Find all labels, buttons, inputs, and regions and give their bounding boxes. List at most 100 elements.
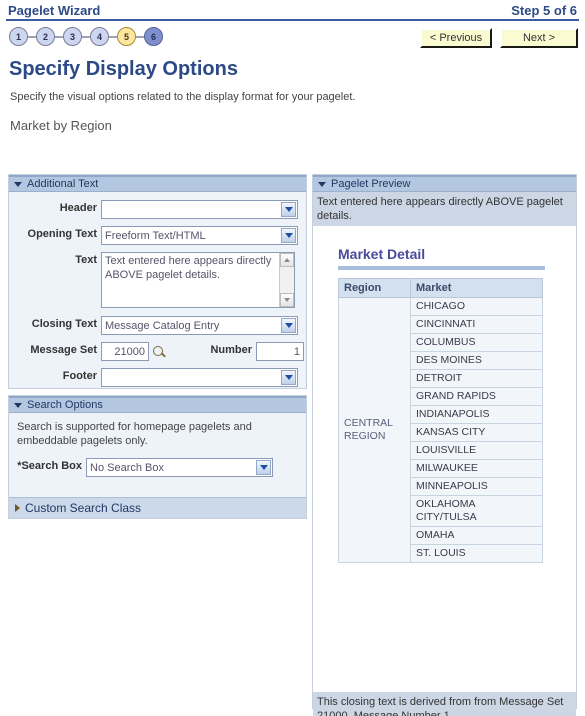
message-set-input[interactable]: 21000: [101, 342, 149, 361]
search-options-title: Search Options: [27, 399, 103, 411]
step-connector: [28, 35, 36, 38]
scroll-up-icon[interactable]: [280, 253, 294, 267]
collapse-triangle-icon[interactable]: [318, 181, 326, 187]
collapse-triangle-icon[interactable]: [14, 181, 22, 187]
page-title: Specify Display Options: [9, 58, 238, 80]
market-detail-table: Region Market CENTRAL REGION CHICAGO CINCI…: [338, 278, 543, 563]
page-subtitle: Specify the visual options related to th…: [10, 91, 356, 103]
step-dot-6[interactable]: 6: [144, 27, 163, 46]
scroll-down-icon[interactable]: [280, 293, 294, 307]
market-cell: DES MOINES: [410, 351, 543, 370]
market-cell: OKLAHOMA CITY/TULSA: [410, 495, 543, 527]
number-label: Number: [210, 344, 252, 356]
step-dot-1[interactable]: 1: [9, 27, 28, 46]
header-label: Header: [59, 202, 97, 214]
market-detail-underline: [338, 266, 545, 270]
expand-triangle-icon[interactable]: [15, 504, 20, 512]
text-textarea[interactable]: Text entered here appears directly ABOVE…: [101, 252, 295, 308]
text-label: Text: [75, 254, 97, 266]
market-detail-title: Market Detail: [338, 246, 426, 262]
preview-body: Market Detail Region Market CENTRAL REGI…: [313, 226, 576, 692]
closing-text-select-value: Message Catalog Entry: [105, 319, 220, 332]
additional-text-form: Header Opening Text Freeform Text/HTML T…: [14, 198, 304, 388]
region-cell: CENTRAL REGION: [338, 297, 411, 563]
pagelet-preview-header[interactable]: Pagelet Preview: [313, 175, 576, 192]
market-cell: ST. LOUIS: [410, 544, 543, 563]
additional-text-panel: Additional Text Header Opening Text Free…: [8, 174, 307, 389]
market-cell: KANSAS CITY: [410, 423, 543, 442]
opening-text-select-value: Freeform Text/HTML: [105, 229, 206, 242]
additional-text-header[interactable]: Additional Text: [9, 175, 306, 192]
chevron-down-icon[interactable]: [281, 202, 296, 217]
step-dot-4[interactable]: 4: [90, 27, 109, 46]
market-cell: CINCINNATI: [410, 315, 543, 334]
market-cell: INDIANAPOLIS: [410, 405, 543, 424]
search-box-select[interactable]: No Search Box: [86, 458, 273, 477]
column-header-region: Region: [338, 278, 411, 298]
step-dot-3[interactable]: 3: [63, 27, 82, 46]
additional-text-title: Additional Text: [27, 178, 99, 190]
market-cell: LOUISVILLE: [410, 441, 543, 460]
closing-text-label: Closing Text: [31, 318, 97, 330]
preview-closing-text: This closing text is derived from from M…: [313, 692, 576, 716]
search-box-select-value: No Search Box: [90, 461, 164, 474]
market-cell: MILWAUKEE: [410, 459, 543, 478]
step-connector: [55, 35, 63, 38]
market-cell: CHICAGO: [410, 297, 543, 316]
step-progress-bar: 1 2 3 4 5 6: [9, 27, 163, 46]
pagelet-wizard-page: Pagelet Wizard Step 5 of 6 1 2 3 4 5 6 <…: [0, 0, 585, 716]
footer-label: Footer: [62, 370, 97, 382]
header-divider: [6, 19, 579, 21]
opening-text-select[interactable]: Freeform Text/HTML: [101, 226, 298, 245]
footer-field-row: Footer: [14, 368, 298, 387]
step-connector: [136, 35, 144, 38]
step-connector: [109, 35, 117, 38]
opening-text-label: Opening Text: [27, 228, 97, 240]
table-row: CENTRAL REGION CHICAGO: [338, 297, 543, 563]
market-cell: DETROIT: [410, 369, 543, 388]
wizard-title: Pagelet Wizard: [8, 3, 101, 18]
textarea-scrollbar[interactable]: [279, 253, 294, 307]
closing-text-field-row: Closing Text Message Catalog Entry: [14, 316, 298, 335]
footer-select[interactable]: [101, 368, 298, 387]
chevron-down-icon[interactable]: [281, 370, 296, 385]
closing-text-select[interactable]: Message Catalog Entry: [101, 316, 298, 335]
text-textarea-value: Text entered here appears directly ABOVE…: [105, 255, 272, 281]
market-cell: OMAHA: [410, 526, 543, 545]
number-input[interactable]: 1: [256, 342, 304, 361]
market-cell: MINNEAPOLIS: [410, 477, 543, 496]
pagelet-name: Market by Region: [10, 118, 112, 133]
table-header-row: Region Market: [338, 278, 543, 298]
opening-text-field-row: Opening Text Freeform Text/HTML: [14, 226, 298, 245]
step-dot-2[interactable]: 2: [36, 27, 55, 46]
collapse-triangle-icon[interactable]: [14, 402, 22, 408]
wizard-nav-buttons: < Previous Next >: [420, 28, 578, 48]
pagelet-preview-panel: Pagelet Preview Text entered here appear…: [312, 174, 577, 716]
preview-above-text: Text entered here appears directly ABOVE…: [313, 192, 576, 226]
step-dot-5-current[interactable]: 5: [117, 27, 136, 46]
search-options-panel: Search Options Search is supported for h…: [8, 395, 307, 519]
pagelet-preview-title: Pagelet Preview: [331, 178, 411, 190]
market-cell: GRAND RAPIDS: [410, 387, 543, 406]
magnifier-icon[interactable]: [152, 345, 166, 359]
previous-button[interactable]: < Previous: [420, 28, 492, 48]
search-options-header[interactable]: Search Options: [9, 396, 306, 413]
message-set-field-row: Message Set 21000 Number 1: [14, 342, 304, 361]
step-connector: [82, 35, 90, 38]
search-options-note: Search is supported for homepage pagelet…: [17, 421, 252, 447]
message-set-label: Message Set: [30, 344, 97, 356]
header-select[interactable]: [101, 200, 298, 219]
next-button[interactable]: Next >: [500, 28, 578, 48]
header-field-row: Header: [14, 200, 298, 219]
chevron-down-icon[interactable]: [281, 228, 296, 243]
chevron-down-icon[interactable]: [281, 318, 296, 333]
market-cell: COLUMBUS: [410, 333, 543, 352]
text-field-row: Text Text entered here appears directly …: [14, 252, 295, 308]
search-box-field-row: *Search Box No Search Box: [14, 458, 273, 477]
custom-search-class-label: Custom Search Class: [25, 501, 142, 515]
table-body: CENTRAL REGION CHICAGO CINCINNATI COLUMBUS D…: [338, 297, 543, 563]
chevron-down-icon[interactable]: [256, 460, 271, 475]
custom-search-class-section[interactable]: Custom Search Class: [9, 497, 306, 518]
column-header-market: Market: [410, 278, 543, 298]
step-indicator: Step 5 of 6: [511, 3, 577, 18]
